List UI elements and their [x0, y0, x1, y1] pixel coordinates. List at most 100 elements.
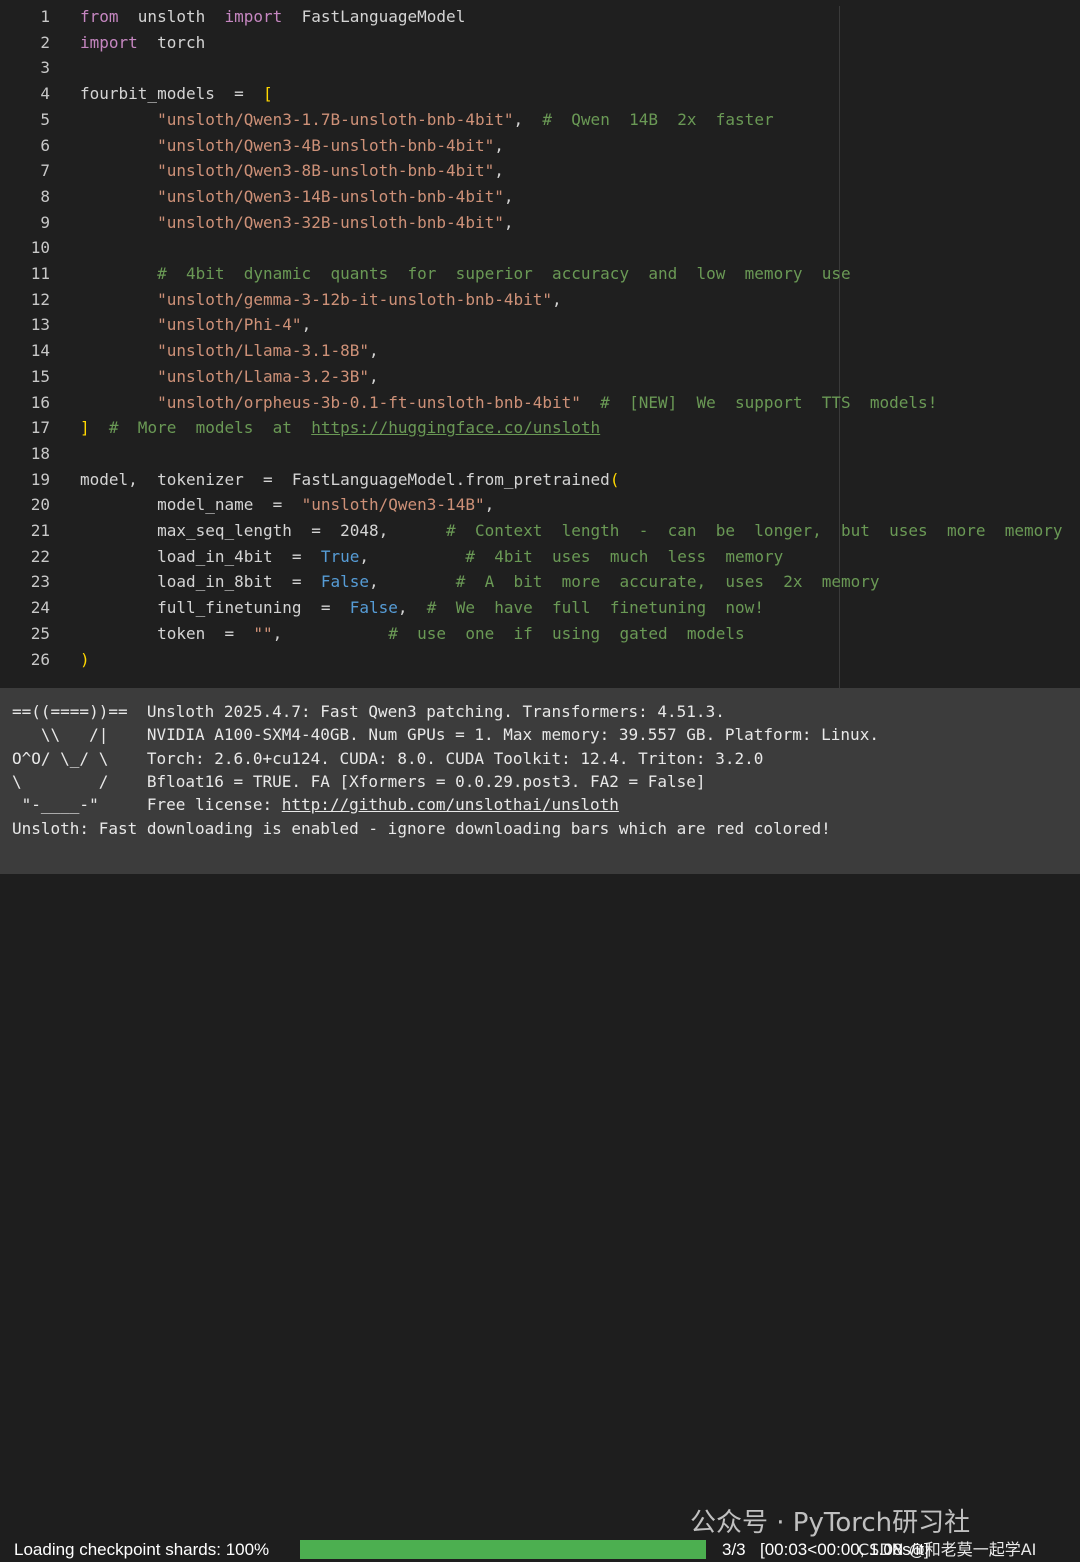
code-token: full_finetuning =: [80, 598, 350, 618]
code-line: 9 "unsloth/Qwen3-32B-unsloth-bnb-4bit",: [0, 210, 1080, 236]
code-text: import torch: [80, 30, 205, 56]
code-token: "unsloth/orpheus-3b-0.1-ft-unsloth-bnb-4…: [157, 392, 581, 412]
line-number: 6: [40, 135, 50, 155]
code-token: ): [80, 649, 90, 669]
code-token: # use one if using gated models: [388, 623, 745, 643]
code-token: "unsloth/gemma-3-12b-it-unsloth-bnb-4bit…: [157, 289, 553, 309]
code-line: 26): [0, 647, 1080, 673]
code-token: # 4bit uses much less memory: [465, 546, 784, 566]
code-token: ,: [503, 212, 514, 232]
code-token: "unsloth/Qwen3-8B-unsloth-bnb-4bit": [157, 161, 495, 181]
code-text: ] # More models at https://huggingface.c…: [80, 415, 600, 441]
code-text: full_finetuning = False, # We have full …: [80, 595, 764, 621]
code-line: 20 model_name = "unsloth/Qwen3-14B",: [0, 492, 1080, 518]
progress-bar: [300, 1540, 706, 1559]
code-line: 11 # 4bit dynamic quants for superior ac…: [0, 261, 1080, 287]
line-number: 14: [30, 341, 50, 361]
code-token: fourbit_models =: [80, 84, 264, 104]
output-text: Unsloth: Fast downloading is enabled - i…: [12, 818, 831, 838]
code-line: 25 token = "", # use one if using gated …: [0, 621, 1080, 647]
output-panel: ==((====))== Unsloth 2025.4.7: Fast Qwen…: [0, 688, 1080, 1559]
code-text: load_in_8bit = False, # A bit more accur…: [80, 569, 879, 595]
line-number: 19: [30, 469, 50, 489]
code-token: # 4bit dynamic quants for superior accur…: [157, 264, 851, 283]
code-text: "unsloth/Llama-3.2-3B",: [80, 364, 379, 390]
code-token: token =: [80, 623, 254, 643]
code-token: import: [224, 7, 283, 26]
code-line: 17] # More models at https://huggingface…: [0, 415, 1080, 441]
code-line: 23 load_in_8bit = False, # A bit more ac…: [0, 569, 1080, 595]
code-token: False: [320, 572, 369, 592]
line-number: 12: [30, 289, 50, 309]
code-token: "unsloth/Llama-3.2-3B": [157, 366, 369, 386]
code-token: import: [80, 32, 138, 52]
code-token: ]: [80, 418, 90, 438]
code-line: 4 fourbit_models = [: [0, 81, 1080, 107]
output-text: \ / Bfloat16 = TRUE. FA [Xformers = 0.0.…: [12, 771, 706, 791]
line-number: 24: [30, 598, 50, 618]
code-text: load_in_4bit = True, # 4bit uses much le…: [80, 544, 783, 570]
code-text: model, tokenizer = FastLanguageModel.fro…: [80, 467, 619, 493]
code-token: # More models at: [108, 418, 312, 438]
code-text: ): [80, 647, 90, 673]
code-token: ,: [503, 186, 514, 206]
code-token: load_in_4bit =: [80, 546, 321, 566]
code-token: "unsloth/Qwen3-14B-unsloth-bnb-4bit": [157, 186, 504, 206]
code-token: unsloth: [118, 7, 225, 26]
code-token: True: [320, 546, 360, 566]
code-token: ,: [494, 161, 504, 181]
line-number: 21: [30, 521, 50, 540]
code-text: fourbit_models = [: [80, 81, 273, 107]
code-line: 6 "unsloth/Qwen3-4B-unsloth-bnb-4bit",: [0, 133, 1080, 159]
code-token: ,: [513, 109, 543, 129]
code-token: # Qwen 14B 2x faster: [542, 109, 774, 129]
output-text: "-____-" Free license:: [12, 795, 282, 815]
code-line: 22 load_in_4bit = True, # 4bit uses much…: [0, 544, 1080, 570]
license-link[interactable]: http://github.com/unslothai/unsloth: [282, 795, 619, 814]
code-token: "unsloth/Qwen3-14B": [301, 495, 485, 515]
code-token: ,: [484, 495, 495, 515]
line-number: 18: [30, 443, 50, 463]
code-line: 8 "unsloth/Qwen3-14B-unsloth-bnb-4bit",: [0, 184, 1080, 210]
code-line: 3: [0, 55, 1080, 81]
code-token: max_seq_length = 2048,: [80, 521, 447, 540]
code-link[interactable]: https://huggingface.co/unsloth: [311, 418, 600, 437]
code-token: load_in_8bit =: [80, 572, 321, 592]
code-token: ,: [368, 366, 379, 386]
code-token: (: [609, 469, 620, 489]
code-line: 21 max_seq_length = 2048, # Context leng…: [0, 518, 1080, 544]
line-number: 13: [30, 315, 50, 335]
line-number: 23: [30, 572, 50, 592]
code-token: model, tokenizer = FastLanguageModel.fro…: [80, 469, 610, 489]
code-text: "unsloth/Qwen3-1.7B-unsloth-bnb-4bit", #…: [80, 107, 774, 133]
code-token: ,: [552, 289, 562, 309]
code-line: 24 full_finetuning = False, # We have fu…: [0, 595, 1080, 621]
line-number: 8: [40, 186, 50, 206]
code-text: "unsloth/Qwen3-14B-unsloth-bnb-4bit",: [80, 184, 513, 210]
line-number: 2: [40, 32, 50, 52]
code-token: # [NEW] We support TTS models!: [600, 392, 938, 412]
output-text: ==((====))== Unsloth 2025.4.7: Fast Qwen…: [12, 702, 725, 721]
line-number: 20: [30, 495, 50, 515]
line-number: 5: [40, 109, 50, 129]
code-token: "unsloth/Qwen3-1.7B-unsloth-bnb-4bit": [157, 109, 514, 129]
output-line: Unsloth: Fast downloading is enabled - i…: [12, 817, 831, 840]
output-text: O^O/ \_/ \ Torch: 2.6.0+cu124. CUDA: 8.0…: [12, 748, 764, 768]
code-text: "unsloth/Qwen3-32B-unsloth-bnb-4bit",: [80, 210, 513, 236]
code-token: # We have full finetuning now!: [426, 598, 764, 618]
code-editor[interactable]: 1 from unsloth import FastLanguageModel 2 i…: [0, 0, 1080, 688]
progress-label: Loading checkpoint shards: 100%: [14, 1540, 270, 1559]
output-line: \ / Bfloat16 = TRUE. FA [Xformers = 0.0.…: [12, 770, 706, 793]
code-text: "unsloth/Qwen3-8B-unsloth-bnb-4bit",: [80, 158, 504, 184]
code-line: 16 "unsloth/orpheus-3b-0.1-ft-unsloth-bn…: [0, 390, 1080, 416]
code-text: model_name = "unsloth/Qwen3-14B",: [80, 492, 494, 518]
line-number: 16: [30, 392, 50, 412]
code-text: "unsloth/orpheus-3b-0.1-ft-unsloth-bnb-4…: [80, 390, 937, 416]
code-token: torch: [137, 32, 206, 52]
